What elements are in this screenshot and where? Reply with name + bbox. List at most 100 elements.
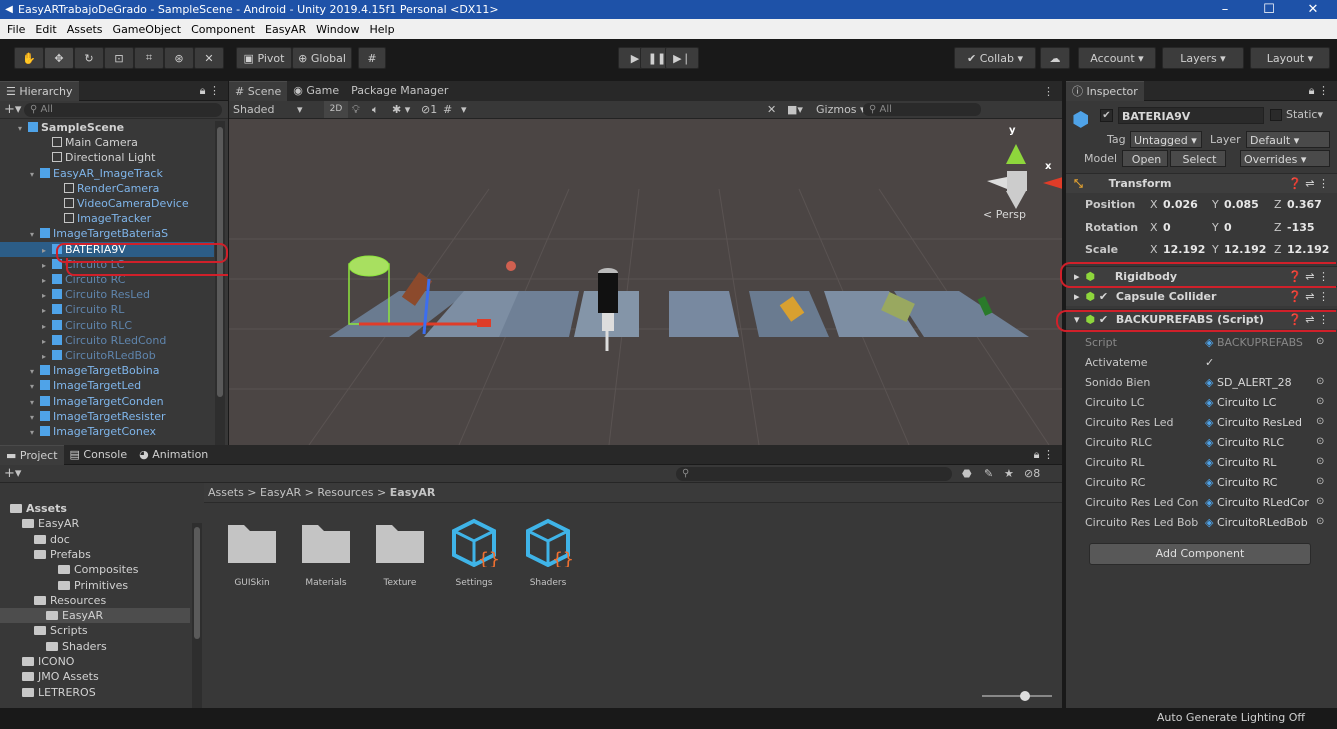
account-dropdown[interactable]: Account ▾: [1078, 47, 1156, 69]
cloud-icon[interactable]: ☁: [1040, 47, 1070, 69]
expand-arrow-icon[interactable]: ▾: [30, 364, 40, 378]
object-picker-icon[interactable]: ⊙: [1316, 396, 1324, 407]
asset-item[interactable]: {} Shaders: [518, 517, 578, 597]
zoom-slider-thumb[interactable]: [1020, 691, 1030, 701]
asset-item[interactable]: Materials: [296, 517, 356, 597]
object-reference-field[interactable]: ◈ SD_ALERT_28: [1205, 375, 1331, 391]
rotation-z[interactable]: -135: [1287, 218, 1315, 238]
object-name-field[interactable]: BATERIA9V: [1118, 107, 1264, 124]
position-x[interactable]: 0.026: [1163, 195, 1198, 215]
scale-x[interactable]: 12.192: [1163, 240, 1205, 260]
active-checkbox[interactable]: ✔: [1100, 109, 1113, 122]
component-menu-icon[interactable]: ❓ ⇌ ⋮: [1288, 287, 1329, 307]
project-folder-item[interactable]: EasyAR: [0, 516, 190, 531]
hierarchy-item[interactable]: ▸ Circuito ResLed: [0, 287, 214, 302]
scale-y[interactable]: 12.192: [1224, 240, 1266, 260]
expand-arrow-icon[interactable]: ▸: [42, 319, 52, 333]
menu-component[interactable]: Component: [186, 23, 260, 36]
move-tool-icon[interactable]: ✥: [44, 47, 74, 69]
project-folder-item[interactable]: Primitives: [0, 578, 190, 593]
lighting-icon[interactable]: 💡︎: [352, 103, 360, 117]
collab-button[interactable]: ✔ Collab ▾: [954, 47, 1036, 69]
more-icon[interactable]: ⋮: [1043, 85, 1054, 98]
tab-hierarchy[interactable]: ☰ Hierarchy: [0, 80, 79, 101]
project-folder-item[interactable]: Resources: [0, 593, 190, 608]
shading-dropdown[interactable]: Shaded: [233, 103, 274, 116]
scale-z[interactable]: 12.192: [1287, 240, 1329, 260]
camera-icon[interactable]: ■▾: [787, 103, 803, 116]
object-reference-field[interactable]: ◈ Circuito LC: [1205, 395, 1331, 411]
object-reference-field[interactable]: ◈ Circuito RLC: [1205, 435, 1331, 451]
hierarchy-item[interactable]: ▾ ImageTargetBobina: [0, 363, 214, 378]
layers-dropdown[interactable]: Layers ▾: [1162, 47, 1244, 69]
expand-arrow-icon[interactable]: ▸: [42, 349, 52, 363]
hierarchy-item[interactable]: ▸ Circuito RLedCond: [0, 333, 214, 348]
layer-dropdown[interactable]: Default ▾: [1246, 131, 1330, 148]
create-icon[interactable]: +▾: [4, 466, 21, 481]
select-button[interactable]: Select: [1170, 150, 1226, 167]
project-folder-item[interactable]: Assets: [0, 501, 190, 516]
collider-enabled-checkbox[interactable]: ✔: [1099, 290, 1108, 303]
minimize-button[interactable]: –: [1203, 0, 1247, 19]
expand-arrow-icon[interactable]: ▾: [18, 121, 28, 135]
project-folder-item[interactable]: Composites: [0, 562, 190, 577]
rotate-tool-icon[interactable]: ↻: [74, 47, 104, 69]
object-reference-field[interactable]: ◈ Circuito RL: [1205, 455, 1331, 471]
expand-arrow-icon[interactable]: ▸: [42, 258, 52, 272]
object-reference-field[interactable]: ◈ Circuito RC: [1205, 475, 1331, 491]
tab-project[interactable]: ▬ Project: [0, 444, 64, 465]
menu-easyar[interactable]: EasyAR: [260, 23, 311, 36]
expand-arrow-icon[interactable]: ▾: [30, 227, 40, 241]
expand-arrow-icon[interactable]: ▸: [42, 334, 52, 348]
tree-scrollbar[interactable]: [192, 523, 202, 708]
hierarchy-item[interactable]: ▸ CircuitoRLedBob: [0, 348, 214, 363]
tab-inspector[interactable]: ⓘ Inspector: [1066, 80, 1144, 101]
hierarchy-item[interactable]: ▾ ImageTargetLed: [0, 378, 214, 393]
hierarchy-item[interactable]: VideoCameraDevice: [0, 196, 214, 211]
scene-viewport[interactable]: y x < Persp: [229, 119, 1063, 446]
expand-arrow-icon[interactable]: ▾: [30, 410, 40, 424]
asset-item[interactable]: GUISkin: [222, 517, 282, 597]
hierarchy-item[interactable]: ▾ ImageTargetResister: [0, 409, 214, 424]
scene-search-input[interactable]: ⚲ All: [863, 103, 981, 116]
expand-arrow-icon[interactable]: ▸: [42, 273, 52, 287]
hierarchy-item[interactable]: ▾ ImageTargetConden: [0, 394, 214, 409]
object-reference-field[interactable]: ◈ Circuito RLedCor: [1205, 495, 1331, 511]
transform-tool-icon[interactable]: ⊛: [164, 47, 194, 69]
project-folder-item[interactable]: doc: [0, 532, 190, 547]
audio-icon[interactable]: 🔈︎: [372, 103, 379, 117]
tab-package-manager[interactable]: Package Manager: [345, 81, 454, 101]
hierarchy-item[interactable]: Directional Light: [0, 150, 214, 165]
component-menu-icon[interactable]: ❓ ⇌ ⋮: [1288, 174, 1329, 194]
project-folder-item[interactable]: Shaders: [0, 639, 190, 654]
static-dropdown[interactable]: Static▾: [1286, 108, 1323, 121]
filter-label-icon[interactable]: ✎: [984, 467, 993, 480]
hidden-packages-icon[interactable]: ⊘8: [1024, 467, 1040, 480]
open-button[interactable]: Open: [1122, 150, 1168, 167]
object-picker-icon[interactable]: ⊙: [1316, 496, 1324, 507]
add-component-button[interactable]: Add Component: [1089, 543, 1311, 565]
hierarchy-search-input[interactable]: ⚲ All: [24, 103, 222, 117]
project-folder-item[interactable]: JMO Assets: [0, 669, 190, 684]
breadcrumb-item[interactable]: EasyAR: [390, 486, 436, 499]
transform-header[interactable]: ⤡ Transform ❓ ⇌ ⋮: [1066, 173, 1337, 193]
object-picker-icon[interactable]: ⊙: [1316, 456, 1324, 467]
object-reference-field[interactable]: ◈ CircuitoRLedBob: [1205, 515, 1331, 531]
dropdown-arrow-icon[interactable]: ▾: [297, 103, 303, 116]
object-picker-icon[interactable]: ⊙: [1316, 376, 1324, 387]
global-toggle[interactable]: ⊕ Global: [292, 47, 352, 69]
add-icon[interactable]: +▾: [4, 102, 21, 117]
dropdown-arrow-icon[interactable]: ▾: [461, 103, 467, 116]
expand-arrow-icon[interactable]: ▸: [42, 303, 52, 317]
tab-scene[interactable]: # Scene: [229, 81, 288, 101]
expand-arrow-icon[interactable]: ▾: [30, 395, 40, 409]
menu-help[interactable]: Help: [364, 23, 399, 36]
rect-tool-icon[interactable]: ⌗: [134, 47, 164, 69]
expand-arrow-icon[interactable]: ▸: [42, 288, 52, 302]
activateme-checkbox[interactable]: ✓: [1205, 355, 1331, 371]
breadcrumb-item[interactable]: Assets: [208, 486, 244, 499]
asset-item[interactable]: {} Settings: [444, 517, 504, 597]
lock-icon[interactable]: 🔒︎ ⋮: [1034, 448, 1054, 462]
scale-tool-icon[interactable]: ⊡: [104, 47, 134, 69]
project-folder-item[interactable]: Prefabs: [0, 547, 190, 562]
